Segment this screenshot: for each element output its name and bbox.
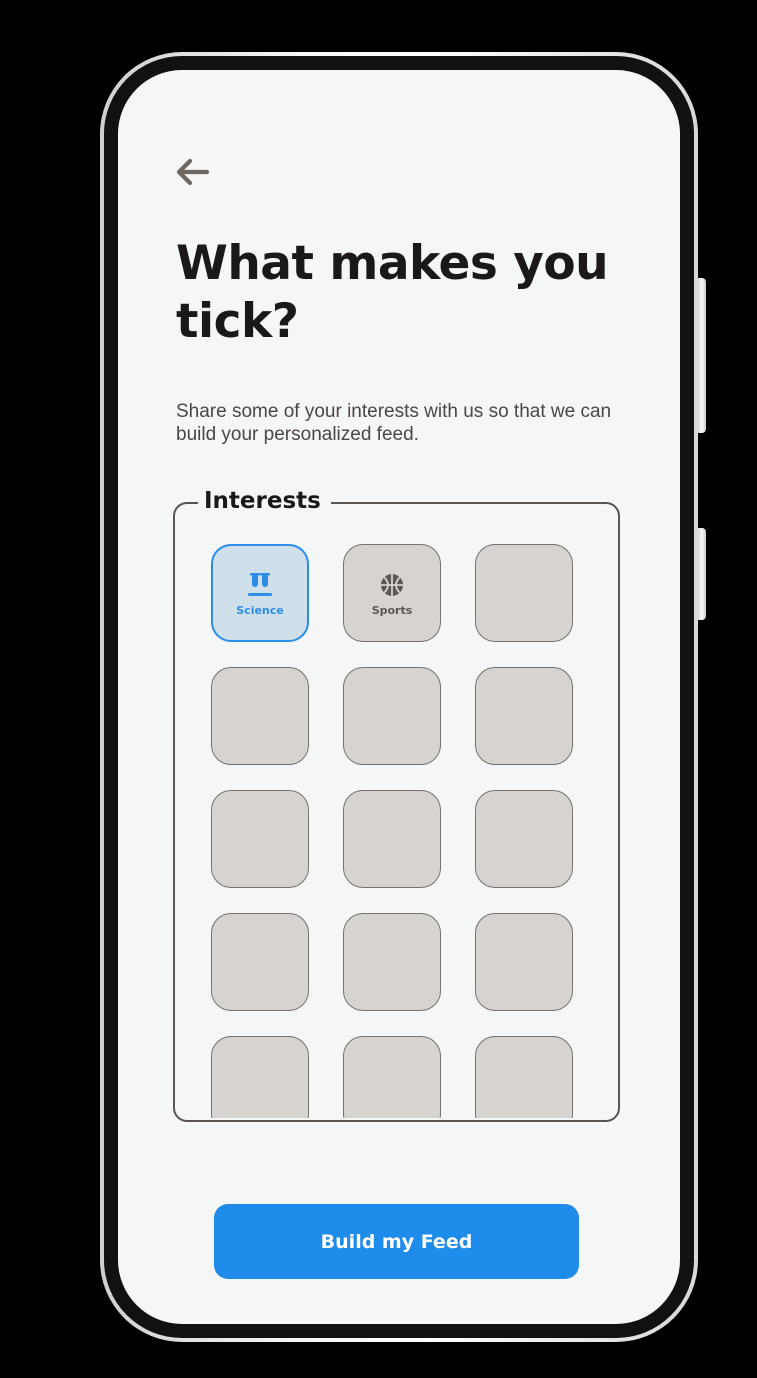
power-button — [698, 528, 706, 620]
interest-tile-empty[interactable] — [343, 1036, 441, 1118]
interest-tile-empty[interactable] — [475, 913, 573, 1011]
interest-tile-empty[interactable] — [475, 667, 573, 765]
interest-tile-empty[interactable] — [211, 667, 309, 765]
interest-tile-empty[interactable] — [211, 1036, 309, 1118]
phone-bezel: What makes you tick? Share some of your … — [104, 56, 694, 1338]
tile-label: Science — [236, 603, 284, 617]
interest-tile-empty[interactable] — [343, 667, 441, 765]
interest-tile-empty[interactable] — [211, 913, 309, 1011]
interest-tile-sports[interactable]: Sports — [343, 544, 441, 642]
page-title: What makes you tick? — [176, 236, 609, 349]
build-feed-button[interactable]: Build my Feed — [214, 1204, 579, 1279]
page-subtitle: Share some of your interests with us so … — [176, 401, 612, 445]
interest-tile-empty[interactable] — [475, 790, 573, 888]
back-button[interactable] — [170, 150, 214, 194]
interest-tile-empty[interactable] — [343, 913, 441, 1011]
interest-tile-science[interactable]: Science — [211, 544, 309, 642]
interests-grid[interactable]: Science Sports — [176, 504, 617, 1118]
interest-tile-empty[interactable] — [211, 790, 309, 888]
app-screen: What makes you tick? Share some of your … — [118, 70, 680, 1324]
interest-tile-empty[interactable] — [475, 1036, 573, 1118]
test-tubes-icon — [243, 570, 277, 600]
interest-tile-empty[interactable] — [475, 544, 573, 642]
basketball-icon — [375, 570, 409, 600]
arrow-left-icon — [176, 158, 210, 186]
interest-tile-empty[interactable] — [343, 790, 441, 888]
volume-button — [698, 278, 706, 433]
tile-label: Sports — [371, 603, 413, 617]
phone-frame: What makes you tick? Share some of your … — [100, 52, 698, 1342]
